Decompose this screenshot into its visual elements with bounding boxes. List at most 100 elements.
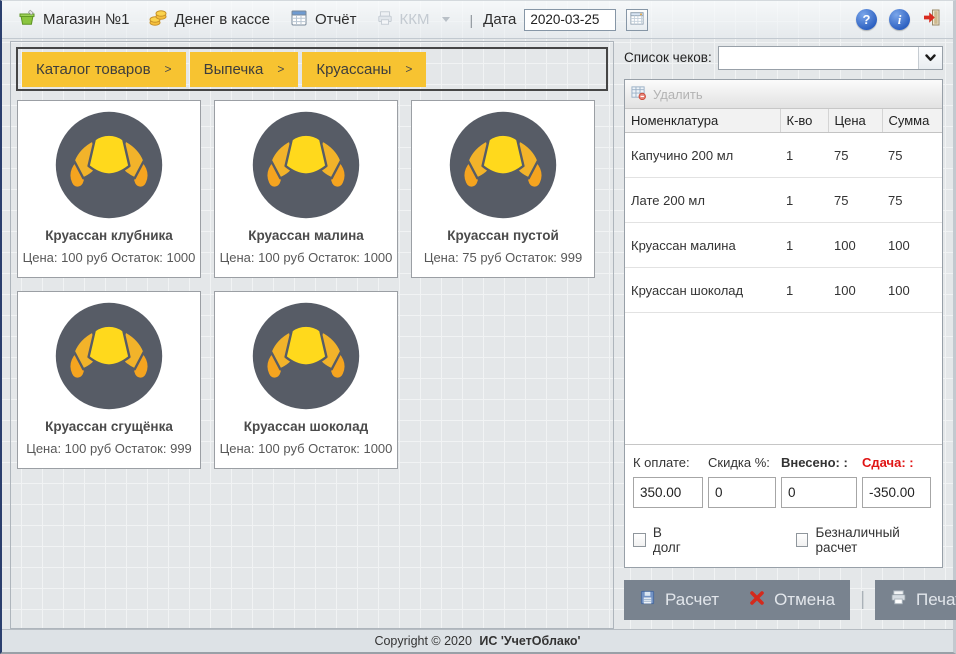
- delete-row-icon: [631, 85, 646, 103]
- printer-icon: [890, 589, 907, 611]
- product-grid: Круассан клубника Цена: 100 руб Остаток:…: [11, 96, 613, 475]
- product-card-chocolate[interactable]: Круассан шоколад Цена: 100 руб Остаток: …: [214, 291, 398, 469]
- receipt-table: Номенклатура К-во Цена Сумма Капучино 20…: [625, 109, 942, 313]
- product-card-condensed-milk[interactable]: Круассан сгущёнка Цена: 100 руб Остаток:…: [17, 291, 201, 469]
- cell-qty: 1: [780, 268, 828, 313]
- toolbar-right-group: ? i: [856, 8, 941, 31]
- breadcrumb-item-croissants[interactable]: Круассаны >: [302, 52, 426, 87]
- chevron-down-icon[interactable]: [918, 47, 942, 69]
- product-name: Круассан сгущёнка: [18, 419, 200, 434]
- product-name: Круассан клубника: [18, 228, 200, 243]
- cancel-x-icon: [749, 590, 765, 611]
- product-info: Цена: 75 руб Остаток: 999: [412, 250, 594, 265]
- cell-sum: 100: [882, 268, 942, 313]
- receipt-row[interactable]: Круассан шоколад 1 100 100: [625, 268, 942, 313]
- product-info: Цена: 100 руб Остаток: 999: [18, 441, 200, 456]
- debt-label: В долг: [653, 525, 690, 555]
- receipt-row[interactable]: Круассан малина 1 100 100: [625, 223, 942, 268]
- calendar-button[interactable]: [626, 9, 648, 31]
- change-input[interactable]: [862, 477, 931, 508]
- store-icon: [18, 9, 36, 31]
- paid-input[interactable]: [781, 477, 857, 508]
- product-card-raspberry[interactable]: Круассан малина Цена: 100 руб Остаток: 1…: [214, 100, 398, 278]
- breadcrumb: Каталог товаров > Выпечка > Круассаны >: [16, 47, 608, 91]
- report-label: Отчёт: [315, 11, 357, 28]
- calc-label: Расчет: [665, 590, 719, 610]
- exit-icon[interactable]: [922, 8, 941, 31]
- cell-sum: 75: [882, 178, 942, 223]
- checkbox-icon[interactable]: [796, 533, 809, 547]
- actions-divider: |: [860, 589, 865, 611]
- print-button[interactable]: Печать: [875, 580, 956, 620]
- store-button[interactable]: Магазин №1: [12, 6, 135, 34]
- receipt-row[interactable]: Капучино 200 мл 1 75 75: [625, 133, 942, 178]
- checkbox-icon[interactable]: [633, 533, 646, 547]
- kkm-button[interactable]: ККМ: [371, 7, 456, 33]
- cell-name: Лате 200 мл: [625, 178, 780, 223]
- discount-input[interactable]: [708, 477, 776, 508]
- to-pay-input[interactable]: [633, 477, 703, 508]
- to-pay-label: К оплате:: [633, 455, 703, 470]
- cell-qty: 1: [780, 178, 828, 223]
- croissant-image: [249, 108, 363, 222]
- report-button[interactable]: Отчёт: [284, 6, 363, 34]
- receipt-list-label: Список чеков:: [624, 50, 712, 65]
- catalog-panel: Каталог товаров > Выпечка > Круассаны > …: [10, 41, 614, 629]
- product-info: Цена: 100 руб Остаток: 1000: [215, 441, 397, 456]
- column-price: Цена: [828, 109, 882, 133]
- column-name: Номенклатура: [625, 109, 780, 133]
- kkm-label: ККМ: [400, 11, 430, 28]
- column-qty: К-во: [780, 109, 828, 133]
- cashless-label: Безналичный расчет: [815, 525, 934, 555]
- payment-inputs: [633, 477, 934, 508]
- product-info: Цена: 100 руб Остаток: 1000: [18, 250, 200, 265]
- cell-price: 75: [828, 178, 882, 223]
- printer-icon: [377, 10, 393, 30]
- product-card-strawberry[interactable]: Круассан клубника Цена: 100 руб Остаток:…: [17, 100, 201, 278]
- calendar-icon: [630, 11, 644, 28]
- breadcrumb-item-catalog[interactable]: Каталог товаров >: [22, 52, 186, 87]
- product-card-plain[interactable]: Круассан пустой Цена: 75 руб Остаток: 99…: [411, 100, 595, 278]
- cell-name: Круассан малина: [625, 223, 780, 268]
- toolbar-divider: |: [470, 12, 474, 28]
- cell-qty: 1: [780, 133, 828, 178]
- product-name: Круассан шоколад: [215, 419, 397, 434]
- cell-sum: 100: [882, 223, 942, 268]
- cash-label: Денег в кассе: [174, 11, 269, 28]
- croissant-image: [446, 108, 560, 222]
- cell-price: 100: [828, 223, 882, 268]
- store-label: Магазин №1: [43, 11, 129, 28]
- footer-brand: ИС 'УчетОблако': [479, 634, 580, 648]
- paid-label: Внесено: :: [781, 455, 857, 470]
- cell-qty: 1: [780, 223, 828, 268]
- receipt-list-select[interactable]: [718, 46, 943, 70]
- delete-button[interactable]: Удалить: [631, 85, 703, 103]
- coins-icon: [149, 9, 167, 31]
- print-label: Печать: [916, 590, 956, 610]
- date-label: Дата: [483, 11, 516, 28]
- action-bar: Расчет Отмена | Печать: [624, 580, 943, 620]
- cell-name: Круассан шоколад: [625, 268, 780, 313]
- date-input[interactable]: [524, 9, 616, 31]
- cell-sum: 75: [882, 133, 942, 178]
- receipt-header-row: Номенклатура К-во Цена Сумма: [625, 109, 942, 133]
- breadcrumb-label: Каталог товаров: [36, 61, 151, 78]
- breadcrumb-arrow-icon: >: [165, 62, 172, 76]
- top-toolbar: Магазин №1 Денег в кассе Отчёт: [2, 1, 953, 39]
- cash-button[interactable]: Денег в кассе: [143, 6, 275, 34]
- receipt-row[interactable]: Лате 200 мл 1 75 75: [625, 178, 942, 223]
- footer: Copyright © 2020 ИС 'УчетОблако': [2, 629, 953, 652]
- debt-checkbox[interactable]: В долг: [633, 525, 690, 555]
- payment-labels: К оплате: Скидка %: Внесено: : Сдача: :: [633, 455, 934, 470]
- change-label: Сдача: :: [862, 455, 931, 470]
- calc-button[interactable]: Расчет: [624, 580, 734, 620]
- cashless-checkbox[interactable]: Безналичный расчет: [796, 525, 934, 555]
- receipt-box: Удалить Номенклатура К-во Цена Сумма Кап…: [624, 79, 943, 568]
- payment-checkboxes: В долг Безналичный расчет: [633, 525, 934, 555]
- cancel-button[interactable]: Отмена: [734, 580, 850, 620]
- breadcrumb-arrow-icon: >: [277, 62, 284, 76]
- info-icon[interactable]: i: [889, 9, 910, 30]
- breadcrumb-item-bakery[interactable]: Выпечка >: [190, 52, 299, 87]
- help-icon[interactable]: ?: [856, 9, 877, 30]
- breadcrumb-arrow-icon: >: [405, 62, 412, 76]
